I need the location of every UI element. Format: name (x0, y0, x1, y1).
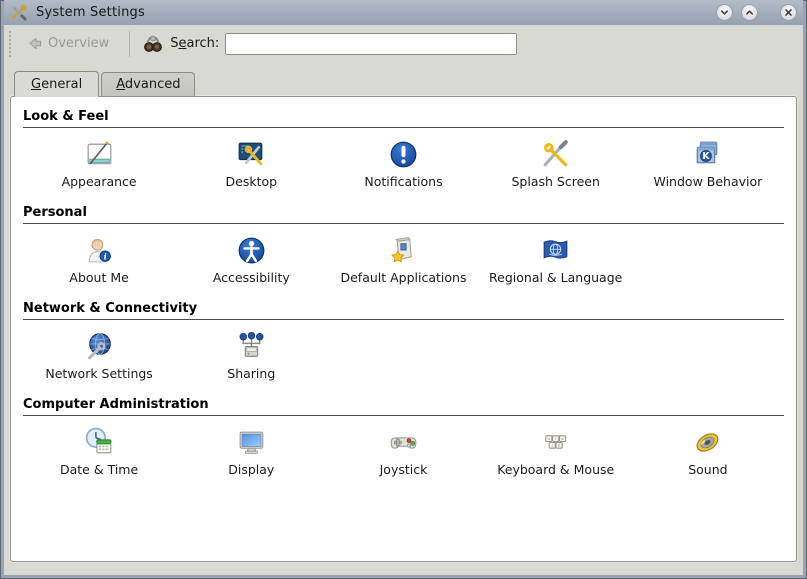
module-window-behavior[interactable]: K Window Behavior (632, 134, 784, 195)
network-settings-icon (83, 330, 116, 363)
notifications-icon (387, 138, 420, 171)
default-applications-icon (387, 234, 420, 267)
module-default-applications[interactable]: Default Applications (327, 230, 479, 291)
search-group: Search: (142, 33, 517, 55)
tab-advanced-mnemonic: A (116, 77, 125, 92)
section-title-personal: Personal (23, 197, 784, 224)
module-about-me[interactable]: i About Me (23, 230, 175, 291)
module-date-time[interactable]: Date & Time (23, 422, 175, 483)
overview-label: Overview (48, 36, 109, 51)
general-tab-panel: Look & Feel Appearance (10, 96, 797, 562)
joystick-icon (387, 426, 420, 459)
section-title-look-and-feel: Look & Feel (23, 101, 784, 128)
module-label: Sharing (227, 366, 275, 381)
module-label: Display (228, 462, 274, 477)
date-time-icon (83, 426, 116, 459)
module-label: Network Settings (45, 366, 152, 381)
chevron-down-icon (720, 8, 729, 17)
search-label-post: arch: (186, 36, 219, 51)
toolbar-drag-handle[interactable] (8, 31, 12, 57)
toolbar: Overview Search: (4, 25, 803, 62)
module-joystick[interactable]: Joystick (327, 422, 479, 483)
window-body: Overview Search: General Advanced (4, 25, 803, 575)
module-sound[interactable]: Sound (632, 422, 784, 483)
close-button[interactable] (780, 4, 797, 21)
system-settings-window: System Settings Overview (0, 0, 807, 579)
shade-button[interactable] (716, 4, 733, 21)
search-binoculars-icon (142, 34, 164, 54)
svg-text:i: i (555, 437, 556, 441)
back-arrow-icon (28, 36, 43, 51)
section-grid-look-and-feel: Appearance Desktop (23, 128, 784, 197)
module-label: Date & Time (60, 462, 138, 477)
regional-language-icon (539, 234, 572, 267)
module-sharing[interactable]: Sharing (175, 326, 327, 387)
module-label: Default Applications (340, 270, 466, 285)
tab-bar: General Advanced (4, 71, 803, 96)
module-label: Regional & Language (489, 270, 622, 285)
module-keyboard-mouse[interactable]: uio jk Keyboard & Mouse (480, 422, 632, 483)
search-label: Search: (170, 36, 219, 51)
module-desktop[interactable]: Desktop (175, 134, 327, 195)
section-title-computer-administration: Computer Administration (23, 389, 784, 416)
chevron-up-icon (745, 8, 754, 17)
module-label: Window Behavior (654, 174, 763, 189)
svg-text:i: i (103, 251, 106, 261)
overview-button[interactable]: Overview (20, 32, 117, 55)
module-regional-language[interactable]: Regional & Language (480, 230, 632, 291)
module-label: Accessibility (213, 270, 290, 285)
system-settings-app-icon (10, 4, 28, 22)
sharing-icon (235, 330, 268, 363)
module-notifications[interactable]: Notifications (327, 134, 479, 195)
module-label: Appearance (62, 174, 137, 189)
module-label: Sound (688, 462, 727, 477)
module-label: Desktop (226, 174, 278, 189)
appearance-icon (83, 138, 116, 171)
module-accessibility[interactable]: Accessibility (175, 230, 327, 291)
toolbar-separator (129, 31, 130, 57)
keyboard-mouse-icon: uio jk (539, 426, 572, 459)
desktop-icon (235, 138, 268, 171)
search-input[interactable] (225, 33, 517, 55)
section-grid-personal: i About Me (23, 224, 784, 293)
svg-text:j: j (551, 444, 553, 448)
tab-general-label: eneral (41, 77, 82, 92)
module-label: Joystick (380, 462, 428, 477)
section-grid-network-connectivity: Network Settings Sharing (23, 320, 784, 389)
module-network-settings[interactable]: Network Settings (23, 326, 175, 387)
module-label: About Me (69, 270, 128, 285)
module-appearance[interactable]: Appearance (23, 134, 175, 195)
tab-general[interactable]: General (14, 71, 99, 97)
window-title: System Settings (36, 5, 145, 20)
accessibility-icon (235, 234, 268, 267)
section-title-network-connectivity: Network & Connectivity (23, 293, 784, 320)
about-me-icon: i (83, 234, 116, 267)
tab-advanced-label: dvanced (125, 77, 181, 92)
maximize-button[interactable] (741, 4, 758, 21)
close-icon (784, 8, 793, 17)
module-label: Notifications (364, 174, 442, 189)
titlebar[interactable]: System Settings (4, 0, 803, 25)
window-behavior-icon: K (691, 138, 724, 171)
module-label: Keyboard & Mouse (497, 462, 614, 477)
splash-screen-icon (539, 138, 572, 171)
module-label: Splash Screen (512, 174, 600, 189)
module-display[interactable]: Display (175, 422, 327, 483)
display-icon (235, 426, 268, 459)
section-grid-computer-administration: Date & Time Display (23, 416, 784, 485)
svg-text:K: K (703, 151, 711, 162)
sound-icon (691, 426, 724, 459)
tab-general-mnemonic: G (31, 77, 41, 92)
module-splash-screen[interactable]: Splash Screen (480, 134, 632, 195)
tab-advanced[interactable]: Advanced (101, 72, 195, 96)
